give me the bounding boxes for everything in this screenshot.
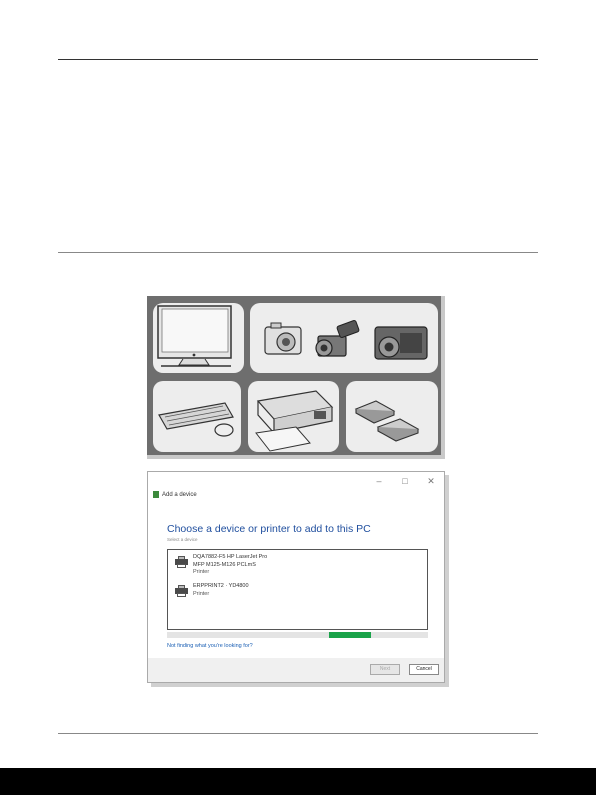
footer-bar (0, 768, 596, 795)
monitor-tile (153, 303, 244, 373)
dialog-title: Add a device (153, 491, 197, 498)
dialog-footer: Next Cancel (148, 658, 444, 682)
minimize-icon[interactable]: – (374, 476, 384, 487)
not-finding-link[interactable]: Not finding what you're looking for? (167, 643, 253, 649)
search-progress-bar (167, 632, 428, 638)
device-name: ERPPRINT2 · YD4800 (193, 583, 249, 589)
printer-tile (248, 381, 339, 452)
top-rule (58, 59, 538, 60)
device-type: Printer (193, 590, 210, 597)
printer-icon (175, 556, 188, 568)
add-device-dialog: – □ ✕ Add a device Choose a device or pr… (147, 471, 445, 683)
keyboard-tile (153, 381, 241, 452)
maximize-icon[interactable]: □ (400, 476, 410, 487)
dialog-title-text: Add a device (162, 491, 197, 498)
cancel-button[interactable]: Cancel (409, 664, 439, 675)
printer-icon (175, 585, 188, 597)
middle-rule (58, 252, 538, 253)
window-controls: – □ ✕ (374, 476, 436, 487)
devices-illustration (147, 296, 445, 459)
bottom-rule (58, 733, 538, 734)
device-model: MFP M125-M126 PCLmS (193, 561, 256, 568)
dialog-heading: Choose a device or printer to add to thi… (167, 523, 371, 535)
add-device-icon (153, 491, 159, 498)
dialog-subheading: Select a device (167, 537, 198, 542)
device-list: DQA7882-F5 HP LaserJet Pro MFP M125-M126… (167, 549, 428, 630)
camera-projector-tile (250, 303, 438, 373)
next-button[interactable]: Next (370, 664, 400, 675)
printer-icon (255, 390, 334, 452)
list-item[interactable]: ERPPRINT2 · YD4800 Printer (175, 583, 249, 598)
list-item[interactable]: DQA7882-F5 HP LaserJet Pro MFP M125-M126… (175, 554, 267, 577)
storage-icon (354, 400, 420, 442)
storage-tile (346, 381, 438, 452)
device-type: Printer (193, 569, 210, 575)
monitor-icon (157, 305, 232, 367)
camera-icon (264, 320, 428, 360)
progress-fill (329, 632, 371, 638)
keyboard-icon (158, 402, 234, 437)
device-name: DQA7882-F5 HP LaserJet Pro (193, 554, 268, 560)
close-icon[interactable]: ✕ (426, 476, 436, 487)
